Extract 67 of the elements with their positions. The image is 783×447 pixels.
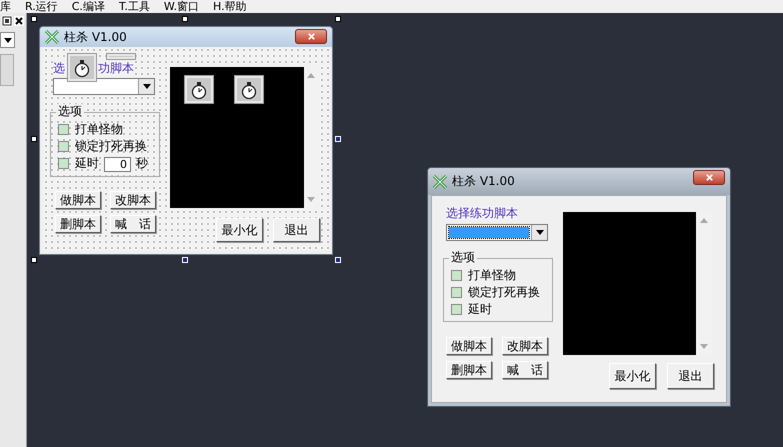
- close-button[interactable]: [295, 29, 327, 44]
- scroll-down-icon: [307, 197, 315, 202]
- menu-item[interactable]: W.窗口: [164, 0, 199, 12]
- scroll-down-icon: [700, 344, 708, 349]
- stopwatch-icon: [72, 58, 92, 78]
- menu-item[interactable]: H.帮助: [212, 0, 247, 12]
- unit-label: 秒: [136, 156, 148, 170]
- action-button[interactable]: 做脚本: [446, 337, 492, 355]
- timer-control[interactable]: [67, 53, 97, 82]
- swords-icon: [432, 174, 448, 190]
- resize-handle[interactable]: [31, 16, 37, 22]
- resize-handle[interactable]: [182, 16, 188, 22]
- close-icon: [704, 173, 714, 182]
- caret-icon: [536, 230, 544, 235]
- close-icon: [306, 32, 316, 41]
- stopwatch-icon: [239, 80, 259, 100]
- window-title: 柱杀 V1.00: [452, 173, 515, 190]
- checkbox[interactable]: [58, 158, 69, 169]
- checkbox-label: 打单怪物: [75, 122, 123, 136]
- checkbox[interactable]: [451, 270, 462, 281]
- checkbox-label: 锁定打死再换: [468, 285, 540, 299]
- window-button[interactable]: 退出: [667, 363, 714, 389]
- scroll-up-icon: [307, 73, 315, 78]
- checkbox[interactable]: [58, 124, 69, 135]
- caret-icon: [4, 38, 12, 42]
- action-button[interactable]: 删脚本: [55, 215, 101, 233]
- checkbox[interactable]: [451, 304, 462, 315]
- checkbox-label: 延时: [468, 302, 492, 316]
- combo-box[interactable]: [446, 224, 548, 241]
- menu-item[interactable]: 库: [0, 0, 11, 12]
- stopwatch-icon: [189, 80, 209, 100]
- menu-item[interactable]: R.运行: [25, 0, 58, 12]
- timer-control[interactable]: [184, 75, 214, 104]
- delay-field[interactable]: 0: [104, 157, 131, 172]
- action-button[interactable]: 喊 话: [502, 361, 548, 379]
- form-label: 功脚本: [98, 61, 134, 75]
- checkbox-label: 打单怪物: [468, 268, 516, 282]
- action-button[interactable]: 改脚本: [110, 191, 156, 209]
- menu-item[interactable]: T.工具: [118, 0, 150, 12]
- checkbox-label: 锁定打死再换: [75, 139, 147, 153]
- action-button[interactable]: 删脚本: [446, 361, 492, 379]
- window-button[interactable]: 最小化: [609, 363, 656, 389]
- checkbox[interactable]: [451, 287, 462, 298]
- checkbox-label: 延时: [75, 156, 99, 170]
- scroll-up-icon: [700, 218, 708, 223]
- checkbox[interactable]: [58, 141, 69, 152]
- resize-handle[interactable]: [335, 16, 341, 22]
- close-icon[interactable]: [14, 16, 24, 26]
- action-button[interactable]: 改脚本: [502, 337, 548, 355]
- resize-handle[interactable]: [31, 257, 37, 263]
- action-button[interactable]: 喊 话: [110, 215, 156, 233]
- window-button[interactable]: 退出: [273, 218, 320, 242]
- resize-handle[interactable]: [31, 136, 37, 142]
- form-label: 选择练功脚本: [446, 206, 518, 220]
- timer-control[interactable]: [234, 75, 264, 104]
- group-title: 选项: [449, 250, 477, 264]
- form-label: 选: [53, 61, 65, 75]
- group-title: 选项: [56, 104, 84, 118]
- window-title: 柱杀 V1.00: [64, 28, 127, 46]
- swords-icon: [44, 29, 60, 45]
- dropdown-field[interactable]: [0, 32, 15, 48]
- menu-item[interactable]: C.编译: [72, 0, 105, 12]
- scrollbar[interactable]: [0, 54, 14, 86]
- window-button[interactable]: 最小化: [216, 218, 263, 242]
- close-button[interactable]: [693, 170, 725, 185]
- action-button[interactable]: 做脚本: [55, 191, 101, 209]
- caret-icon: [142, 84, 150, 89]
